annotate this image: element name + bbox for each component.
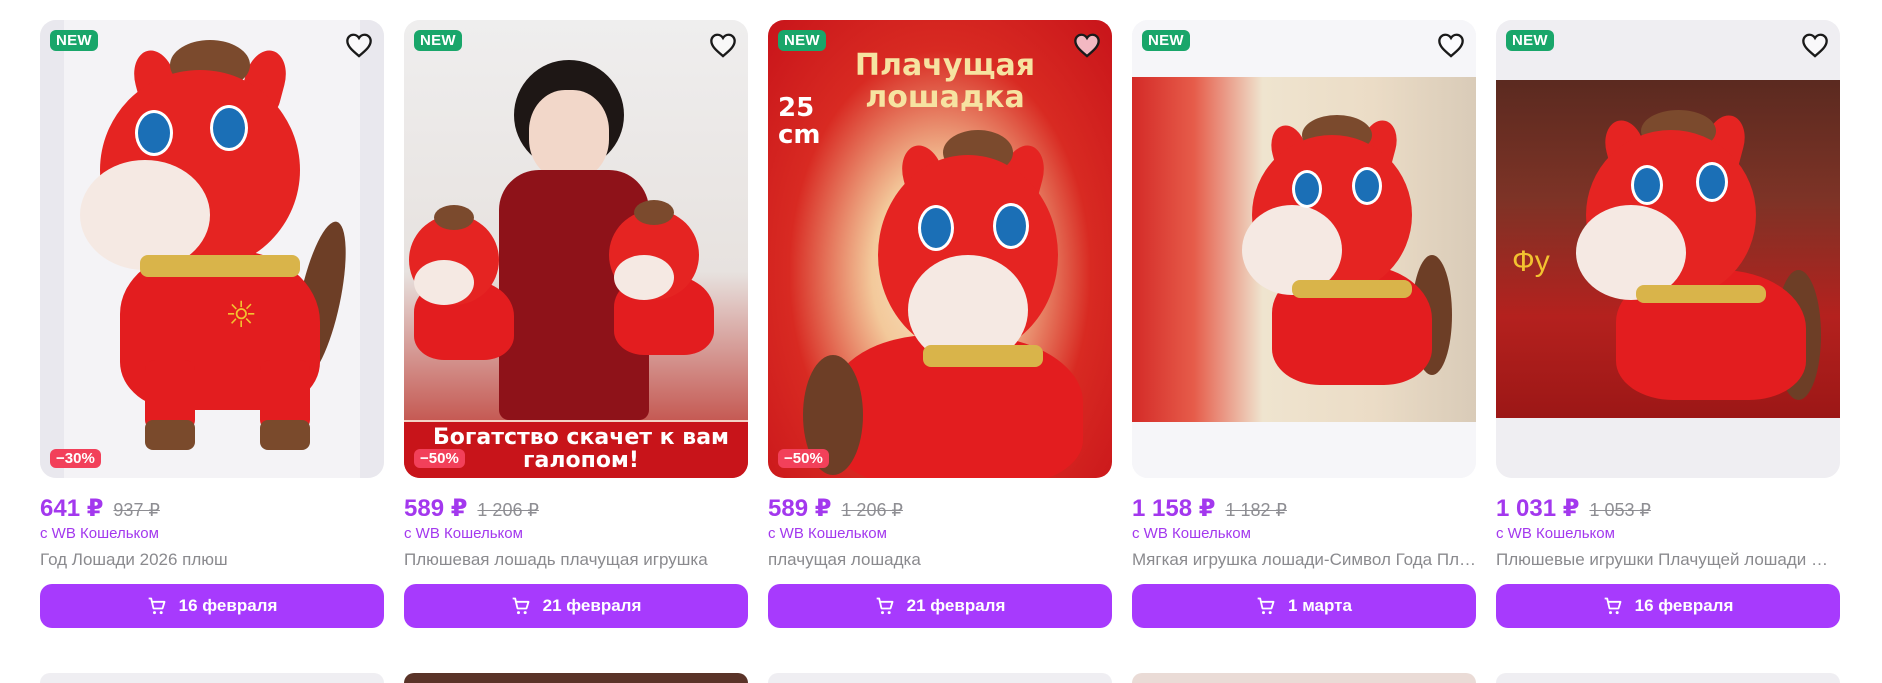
- cart-icon: [1257, 597, 1275, 615]
- price-row: 1 158 ₽ 1 182 ₽: [1132, 494, 1476, 523]
- heart-outline-icon: [1802, 33, 1828, 58]
- delivery-date: 21 февраля: [906, 596, 1006, 615]
- favorite-button[interactable]: [1800, 30, 1830, 60]
- price: 589 ₽: [768, 495, 832, 522]
- new-badge: NEW: [778, 30, 826, 51]
- heart-outline-icon: [710, 33, 736, 58]
- product-image[interactable]: ☼ NEW −30%: [40, 20, 384, 478]
- delivery-date: 1 марта: [1288, 596, 1352, 615]
- product-image[interactable]: Плачущая лошадка 25 cm NEW −50%: [768, 20, 1112, 478]
- wallet-price-label: с WB Кошельком: [1132, 525, 1251, 542]
- add-to-cart-button[interactable]: 21 февраля: [404, 584, 748, 628]
- price: 589 ₽: [404, 495, 468, 522]
- heart-filled-icon: [1074, 33, 1100, 58]
- price: 1 031 ₽: [1496, 495, 1580, 522]
- heart-outline-icon: [1438, 33, 1464, 58]
- price: 1 158 ₽: [1132, 495, 1216, 522]
- discount-badge: −50%: [414, 449, 465, 468]
- heart-outline-icon: [346, 33, 372, 58]
- price-row: 589 ₽ 1 206 ₽: [768, 494, 1112, 523]
- add-to-cart-button[interactable]: 16 февраля: [1496, 584, 1840, 628]
- product-title[interactable]: Год Лошади 2026 плюш: [40, 550, 384, 570]
- old-price: 1 182 ₽: [1225, 500, 1287, 520]
- next-row-preview: [40, 673, 1840, 683]
- cart-icon: [148, 597, 166, 615]
- product-card[interactable]: Богатство скачет к вам галопом! NEW −50%…: [404, 20, 748, 628]
- price-row: 1 031 ₽ 1 053 ₽: [1496, 494, 1840, 523]
- product-image[interactable]: NEW: [1132, 20, 1476, 478]
- product-title[interactable]: Мягкая игрушка лошади-Символ Года Плачущ…: [1132, 550, 1476, 570]
- wallet-price-label: с WB Кошельком: [1496, 525, 1615, 542]
- product-title[interactable]: Плюшевая лошадь плачущая игрушка: [404, 550, 748, 570]
- size-text: 25 cm: [778, 93, 821, 151]
- promo-text: Фу: [1512, 245, 1550, 278]
- wallet-price-label: с WB Кошельком: [404, 525, 523, 542]
- favorite-button[interactable]: [1436, 30, 1466, 60]
- new-badge: NEW: [1506, 30, 1554, 51]
- price-row: 641 ₽ 937 ₽: [40, 494, 384, 523]
- promo-text: Плачущая лошадка: [854, 48, 1036, 115]
- cart-icon: [1604, 597, 1622, 615]
- old-price: 1 053 ₽: [1589, 500, 1651, 520]
- product-card[interactable]: ☼ NEW −30% 641 ₽ 937 ₽ с WB Кошельком Го…: [40, 20, 384, 628]
- new-badge: NEW: [50, 30, 98, 51]
- delivery-date: 16 февраля: [1634, 596, 1734, 615]
- delivery-date: 16 февраля: [178, 596, 278, 615]
- add-to-cart-button[interactable]: 16 февраля: [40, 584, 384, 628]
- price: 641 ₽: [40, 495, 104, 522]
- new-badge: NEW: [414, 30, 462, 51]
- product-card[interactable]: Плачущая лошадка 25 cm NEW −50% 589 ₽ 1 …: [768, 20, 1112, 628]
- product-image[interactable]: Богатство скачет к вам галопом! NEW −50%: [404, 20, 748, 478]
- add-to-cart-button[interactable]: 21 февраля: [768, 584, 1112, 628]
- discount-badge: −30%: [50, 449, 101, 468]
- new-badge: NEW: [1142, 30, 1190, 51]
- product-card[interactable]: NEW 1 158 ₽ 1 182 ₽ с WB Кошельком Мягка…: [1132, 20, 1476, 628]
- favorite-button[interactable]: [344, 30, 374, 60]
- price-row: 589 ₽ 1 206 ₽: [404, 494, 748, 523]
- discount-badge: −50%: [778, 449, 829, 468]
- product-image[interactable]: Фу NEW: [1496, 20, 1840, 478]
- favorite-button[interactable]: [708, 30, 738, 60]
- old-price: 937 ₽: [113, 500, 160, 520]
- product-title[interactable]: Плюшевые игрушки Плачущей лошади Символ …: [1496, 550, 1840, 570]
- old-price: 1 206 ₽: [477, 500, 539, 520]
- add-to-cart-button[interactable]: 1 марта: [1132, 584, 1476, 628]
- delivery-date: 21 февраля: [542, 596, 642, 615]
- cart-icon: [876, 597, 894, 615]
- wallet-price-label: с WB Кошельком: [40, 525, 159, 542]
- favorite-button[interactable]: [1072, 30, 1102, 60]
- old-price: 1 206 ₽: [841, 500, 903, 520]
- product-title[interactable]: плачущая лошадка: [768, 550, 1112, 570]
- promo-text: Богатство скачет к вам галопом!: [432, 424, 730, 473]
- wallet-price-label: с WB Кошельком: [768, 525, 887, 542]
- product-grid: ☼ NEW −30% 641 ₽ 937 ₽ с WB Кошельком Го…: [40, 20, 1840, 628]
- product-card[interactable]: Фу NEW 1 031 ₽ 1 053 ₽ с WB Кошельком Пл…: [1496, 20, 1840, 628]
- cart-icon: [512, 597, 530, 615]
